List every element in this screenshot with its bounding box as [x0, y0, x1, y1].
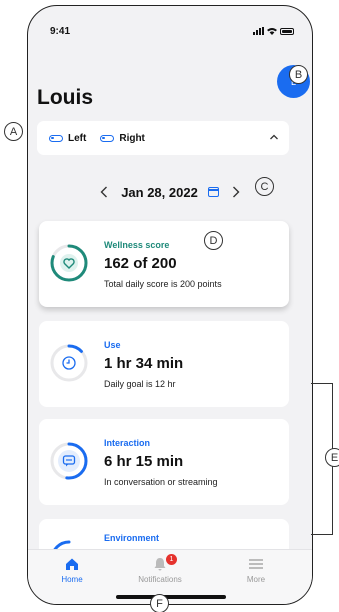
home-icon — [66, 558, 78, 570]
menu-icon — [249, 559, 263, 569]
callout-c: C — [255, 177, 274, 196]
card-value: 162 of 200 — [104, 255, 177, 272]
previous-day-button[interactable] — [97, 185, 111, 199]
wellness-score-card[interactable]: Wellness score 162 of 200 Total daily sc… — [39, 221, 289, 307]
card-label: Interaction — [104, 438, 151, 448]
tab-label: Notifications — [138, 575, 182, 584]
card-label: Use — [104, 340, 121, 350]
home-indicator — [116, 595, 226, 599]
status-bar: 9:41 — [50, 24, 294, 38]
progress-ring — [50, 442, 88, 480]
callout-a: A — [4, 122, 23, 141]
left-label: Left — [68, 132, 87, 144]
hearing-aid-icon — [49, 134, 63, 142]
phone-frame: 9:41 L Louis Left Right Jan 28, 2022 — [27, 5, 313, 605]
clock-icon — [62, 356, 76, 370]
callout-e: E — [325, 448, 339, 467]
status-icons — [253, 27, 294, 35]
use-card[interactable]: Use 1 hr 34 min Daily goal is 12 hr — [39, 321, 289, 407]
chevron-right-icon — [232, 186, 240, 198]
tab-more[interactable]: More — [216, 556, 296, 584]
calendar-icon[interactable] — [207, 187, 219, 197]
signal-icon — [253, 27, 264, 35]
chevron-left-icon — [100, 186, 108, 198]
battery-icon — [280, 27, 294, 35]
card-subtitle: Daily goal is 12 hr — [104, 379, 176, 389]
callout-d: D — [204, 231, 223, 250]
next-day-button[interactable] — [229, 185, 243, 199]
notification-badge: 1 — [166, 554, 177, 565]
card-value: 6 hr 15 min — [104, 453, 184, 470]
chevron-up-icon[interactable] — [269, 132, 279, 142]
progress-ring — [50, 344, 88, 382]
callout-b: B — [289, 65, 308, 84]
hearing-aid-selector[interactable]: Left Right — [37, 121, 289, 155]
card-subtitle: In conversation or streaming — [104, 477, 218, 487]
right-label: Right — [119, 132, 145, 144]
current-date: Jan 28, 2022 — [121, 184, 198, 200]
card-label: Environment — [104, 533, 160, 543]
progress-ring — [50, 244, 88, 282]
left-hearing-aid[interactable]: Left — [49, 133, 86, 144]
callout-f: F — [150, 594, 169, 612]
tab-notifications[interactable]: 1 Notifications — [120, 554, 200, 584]
status-time: 9:41 — [50, 25, 71, 37]
page-title: Louis — [37, 86, 93, 109]
wifi-icon — [267, 28, 277, 35]
card-value: 1 hr 34 min — [104, 355, 184, 372]
tab-label: Home — [61, 575, 83, 584]
card-label: Wellness score — [104, 240, 170, 250]
tab-label: More — [246, 575, 266, 584]
interaction-card[interactable]: Interaction 6 hr 15 min In conversation … — [39, 419, 289, 505]
card-subtitle: Total daily score is 200 points — [104, 279, 222, 289]
tab-home[interactable]: Home — [32, 556, 112, 584]
hearing-aid-icon — [100, 134, 115, 142]
right-hearing-aid[interactable]: Right — [100, 133, 145, 144]
